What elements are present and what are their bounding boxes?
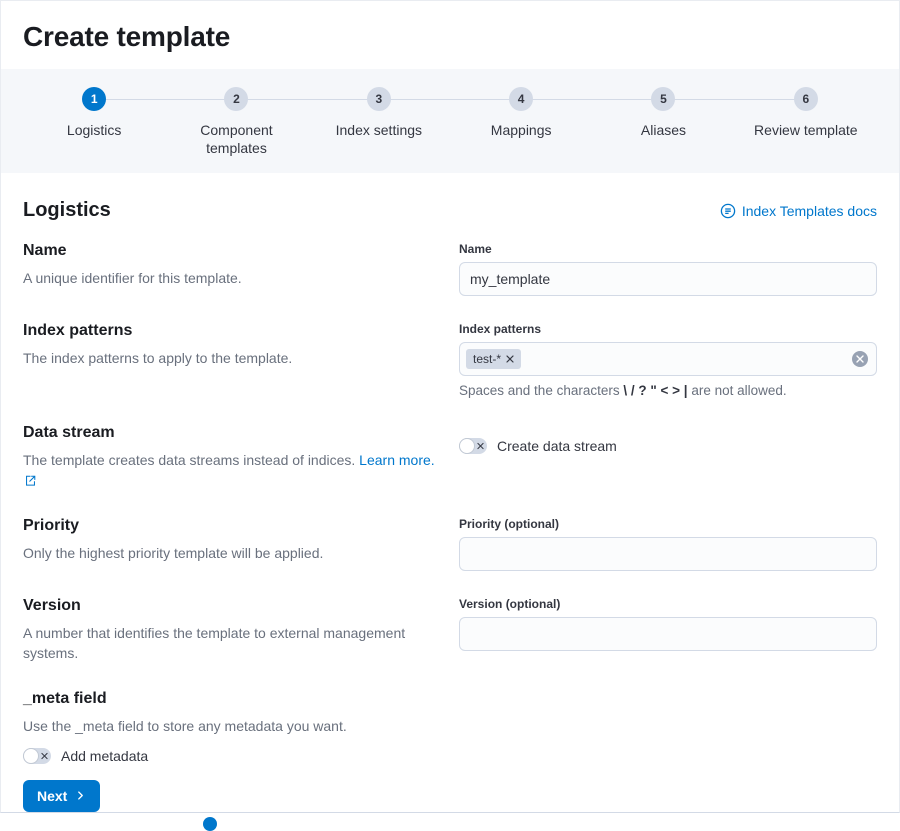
step-logistics[interactable]: 1 Logistics — [23, 87, 165, 157]
page-title: Create template — [23, 1, 877, 53]
remove-index-pattern-icon[interactable] — [506, 355, 514, 363]
step-number-badge: 2 — [224, 87, 248, 111]
docs-link-label: Index Templates docs — [742, 203, 877, 219]
version-input[interactable] — [459, 617, 877, 651]
name-field-label: Name — [459, 242, 877, 256]
docs-icon — [720, 203, 736, 219]
version-row-description: A number that identifies the template to… — [23, 623, 441, 664]
forbidden-characters: \ / ? " < > | — [623, 383, 687, 398]
index-patterns-description-block: Index patterns The index patterns to app… — [23, 322, 441, 398]
name-field-block: Name — [459, 242, 877, 296]
partially-visible-element — [203, 817, 217, 831]
priority-field-label: Priority (optional) — [459, 517, 877, 531]
chevron-right-icon — [75, 790, 86, 801]
step-mappings[interactable]: 4 Mappings — [450, 87, 592, 157]
name-row-description-block: Name A unique identifier for this templa… — [23, 242, 441, 296]
index-patterns-field-block: Index patterns test-* Spaces and the cha… — [459, 322, 877, 398]
step-label: Review template — [754, 121, 858, 139]
step-index-settings[interactable]: 3 Index settings — [308, 87, 450, 157]
index-pattern-badge: test-* — [466, 349, 521, 369]
step-number-badge: 6 — [794, 87, 818, 111]
clear-index-patterns-icon[interactable] — [852, 351, 868, 367]
data-stream-row-description: The template creates data streams instea… — [23, 450, 441, 491]
create-data-stream-switch-row: Create data stream — [459, 438, 877, 454]
version-field-block: Version (optional) — [459, 597, 877, 664]
data-stream-form-row: Data stream The template creates data st… — [23, 424, 877, 491]
version-description-block: Version A number that identifies the tem… — [23, 597, 441, 664]
meta-field-description: Use the _meta field to store any metadat… — [23, 716, 877, 736]
version-row-title: Version — [23, 597, 441, 615]
step-number-badge: 3 — [367, 87, 391, 111]
toggle-knob — [459, 438, 475, 454]
meta-field-section: _meta field Use the _meta field to store… — [23, 690, 877, 764]
section-title: Logistics — [23, 199, 111, 222]
priority-row-description: Only the highest priority template will … — [23, 543, 441, 563]
toggle-knob — [23, 748, 39, 764]
create-data-stream-toggle[interactable] — [459, 438, 487, 454]
step-number-badge: 5 — [651, 87, 675, 111]
next-button-label: Next — [37, 788, 67, 804]
create-data-stream-toggle-label: Create data stream — [497, 438, 617, 454]
step-label: Component templates — [181, 121, 291, 157]
step-label: Aliases — [641, 121, 686, 139]
step-review-template[interactable]: 6 Review template — [735, 87, 877, 157]
index-patterns-combobox[interactable]: test-* — [459, 342, 877, 376]
data-stream-description-block: Data stream The template creates data st… — [23, 424, 441, 491]
stepper: 1 Logistics 2 Component templates 3 Inde… — [1, 69, 899, 173]
name-input[interactable] — [459, 262, 877, 296]
priority-input[interactable] — [459, 537, 877, 571]
step-component-templates[interactable]: 2 Component templates — [165, 87, 307, 157]
add-metadata-toggle-label: Add metadata — [61, 748, 148, 764]
priority-field-block: Priority (optional) — [459, 517, 877, 571]
name-row-title: Name — [23, 242, 441, 260]
index-patterns-form-row: Index patterns The index patterns to app… — [23, 322, 877, 398]
index-patterns-help-text: Spaces and the characters \ / ? " < > | … — [459, 383, 877, 398]
index-patterns-row-description: The index patterns to apply to the templ… — [23, 348, 441, 368]
section-header: Logistics Index Templates docs — [23, 199, 877, 222]
step-number-badge: 4 — [509, 87, 533, 111]
name-row-description: A unique identifier for this template. — [23, 268, 441, 288]
step-label: Index settings — [336, 121, 422, 139]
name-form-row: Name A unique identifier for this templa… — [23, 242, 877, 296]
data-stream-field-block: Create data stream — [459, 424, 877, 491]
index-templates-docs-link[interactable]: Index Templates docs — [720, 203, 877, 219]
priority-row-title: Priority — [23, 517, 441, 535]
step-label: Mappings — [491, 121, 552, 139]
version-form-row: Version A number that identifies the tem… — [23, 597, 877, 664]
index-pattern-badge-label: test-* — [473, 352, 501, 366]
add-metadata-toggle[interactable] — [23, 748, 51, 764]
index-patterns-row-title: Index patterns — [23, 322, 441, 340]
priority-description-block: Priority Only the highest priority templ… — [23, 517, 441, 571]
data-stream-row-title: Data stream — [23, 424, 441, 442]
index-patterns-field-label: Index patterns — [459, 322, 877, 336]
add-metadata-switch-row: Add metadata — [23, 748, 877, 764]
toggle-off-icon — [477, 443, 484, 450]
meta-field-title: _meta field — [23, 690, 877, 708]
external-link-icon — [25, 471, 36, 491]
create-template-page: Create template 1 Logistics 2 Component … — [0, 0, 900, 813]
step-number-badge: 1 — [82, 87, 106, 111]
next-button[interactable]: Next — [23, 780, 100, 812]
version-field-label: Version (optional) — [459, 597, 877, 611]
step-label: Logistics — [67, 121, 121, 139]
step-aliases[interactable]: 5 Aliases — [592, 87, 734, 157]
toggle-off-icon — [41, 752, 48, 759]
priority-form-row: Priority Only the highest priority templ… — [23, 517, 877, 571]
